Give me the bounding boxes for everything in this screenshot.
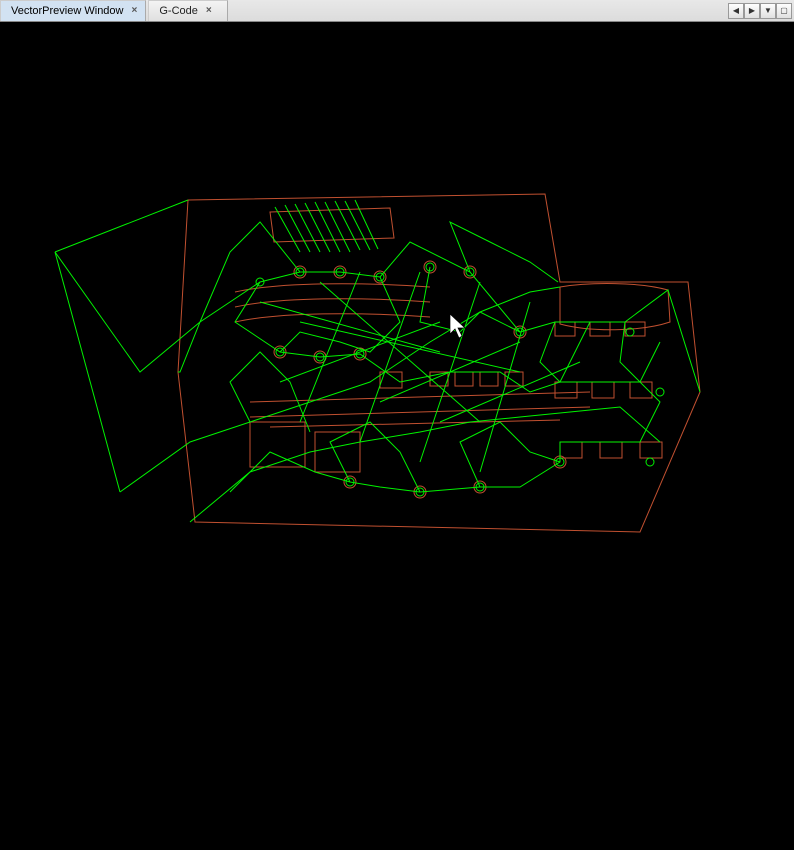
preview-canvas[interactable] bbox=[0, 22, 794, 558]
tab-label: VectorPreview Window bbox=[11, 5, 124, 17]
chevron-right-icon: ▶ bbox=[749, 6, 755, 15]
chevron-down-icon: ▼ bbox=[764, 6, 772, 15]
maximize-icon: ▢ bbox=[780, 6, 788, 15]
tab-bar: VectorPreview Window × G-Code × ◀ ▶ ▼ ▢ bbox=[0, 0, 794, 22]
vector-preview-viewport[interactable] bbox=[0, 22, 794, 558]
maximize-button[interactable]: ▢ bbox=[776, 3, 792, 19]
close-icon[interactable]: × bbox=[206, 6, 212, 16]
travel-paths bbox=[55, 200, 700, 522]
tab-nav: ◀ ▶ ▼ ▢ bbox=[726, 0, 794, 21]
prev-tab-button[interactable]: ◀ bbox=[728, 3, 744, 19]
tab-vector-preview[interactable]: VectorPreview Window × bbox=[0, 0, 146, 21]
close-icon[interactable]: × bbox=[132, 6, 138, 16]
next-tab-button[interactable]: ▶ bbox=[744, 3, 760, 19]
chevron-left-icon: ◀ bbox=[733, 6, 739, 15]
tab-menu-button[interactable]: ▼ bbox=[760, 3, 776, 19]
tab-list: VectorPreview Window × G-Code × bbox=[0, 0, 726, 21]
tab-g-code[interactable]: G-Code × bbox=[148, 0, 228, 21]
tab-label: G-Code bbox=[159, 5, 198, 17]
